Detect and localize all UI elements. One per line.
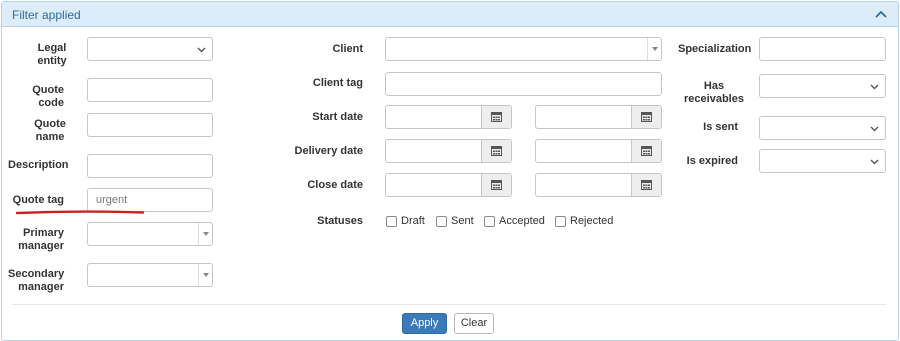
status-draft-label: Draft	[401, 215, 425, 227]
calendar-button[interactable]	[481, 140, 511, 162]
calendar-icon	[641, 146, 652, 156]
panel-header[interactable]: Filter applied	[2, 2, 898, 27]
status-sent-label: Sent	[451, 215, 474, 227]
is-sent-label: Is sent	[703, 121, 738, 133]
close-date-label: Close date	[307, 179, 363, 191]
close-date-from-input[interactable]	[385, 173, 512, 197]
start-date-from-input[interactable]	[385, 105, 512, 129]
primary-manager-label: Primary manager	[18, 227, 64, 252]
calendar-icon	[491, 146, 502, 156]
chevron-down-icon	[870, 126, 879, 132]
panel-title: Filter applied	[12, 8, 81, 22]
legal-entity-label: Legal entity	[37, 42, 67, 67]
delivery-date-from-input[interactable]	[385, 139, 512, 163]
status-rejected-label: Rejected	[570, 215, 614, 227]
quote-tag-label: Quote tag	[12, 194, 64, 206]
secondary-manager-select[interactable]	[87, 263, 213, 287]
calendar-icon	[641, 180, 652, 190]
highlight-underline	[16, 210, 144, 215]
caret-down-icon	[198, 264, 212, 286]
calendar-button[interactable]	[631, 174, 661, 196]
delivery-date-to-input[interactable]	[535, 139, 662, 163]
is-expired-label: Is expired	[686, 155, 738, 167]
has-receivables-label: Has receivables	[684, 80, 744, 105]
calendar-button[interactable]	[481, 106, 511, 128]
secondary-manager-label: Secondary manager	[8, 268, 65, 293]
quote-tag-input[interactable]: urgent	[87, 188, 213, 212]
quote-code-input[interactable]	[87, 78, 213, 102]
is-sent-select[interactable]	[759, 116, 886, 140]
calendar-icon	[491, 112, 502, 122]
calendar-button[interactable]	[481, 174, 511, 196]
description-input[interactable]	[87, 154, 213, 178]
client-tag-input[interactable]	[385, 72, 662, 96]
client-label: Client	[332, 43, 363, 55]
chevron-down-icon	[870, 159, 879, 165]
close-date-to-input[interactable]	[535, 173, 662, 197]
checkbox-box[interactable]	[484, 216, 495, 227]
quote-name-label: Quote name	[34, 118, 66, 143]
checkbox-box[interactable]	[386, 216, 397, 227]
footer-divider	[12, 304, 886, 305]
calendar-button[interactable]	[631, 106, 661, 128]
caret-down-icon	[647, 38, 661, 60]
apply-button[interactable]: Apply	[402, 313, 447, 334]
specialization-label: Specialization	[678, 43, 752, 55]
chevron-down-icon	[870, 84, 879, 90]
status-accepted-label: Accepted	[499, 215, 545, 227]
is-expired-select[interactable]	[759, 149, 886, 173]
calendar-icon	[491, 180, 502, 190]
checkbox-box[interactable]	[436, 216, 447, 227]
start-date-label: Start date	[312, 111, 363, 123]
chevron-up-icon[interactable]	[874, 8, 888, 20]
specialization-input[interactable]	[759, 37, 886, 61]
statuses-label: Statuses	[317, 215, 363, 227]
has-receivables-select[interactable]	[759, 74, 886, 98]
start-date-to-input[interactable]	[535, 105, 662, 129]
calendar-button[interactable]	[631, 140, 661, 162]
description-label: Description	[8, 159, 69, 171]
legal-entity-select[interactable]	[87, 37, 213, 61]
quote-name-input[interactable]	[87, 113, 213, 137]
chevron-down-icon	[197, 47, 206, 53]
quote-code-label: Quote code	[32, 84, 64, 109]
calendar-icon	[641, 112, 652, 122]
primary-manager-select[interactable]	[87, 222, 213, 246]
quote-tag-value: urgent	[96, 194, 128, 206]
delivery-date-label: Delivery date	[294, 145, 363, 157]
checkbox-box[interactable]	[555, 216, 566, 227]
caret-down-icon	[198, 223, 212, 245]
client-select[interactable]	[385, 37, 662, 61]
clear-button[interactable]: Clear	[454, 313, 494, 334]
client-tag-label: Client tag	[312, 77, 363, 89]
